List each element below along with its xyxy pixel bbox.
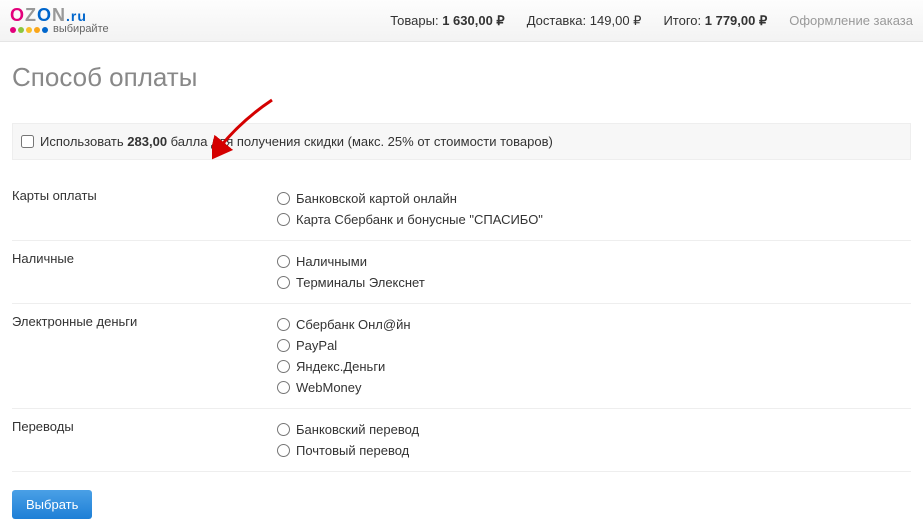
total-label: Итого:: [663, 13, 701, 28]
payment-option[interactable]: Яндекс.Деньги: [277, 356, 911, 377]
payment-group: Переводы Банковский перевод Почтовый перев…: [12, 409, 911, 472]
payment-options: Банковский перевод Почтовый перевод: [277, 419, 911, 461]
payment-group-label: Наличные: [12, 251, 277, 293]
payment-option[interactable]: Почтовый перевод: [277, 440, 911, 461]
payment-group-label: Карты оплаты: [12, 188, 277, 230]
order-summary: Товары: 1 630,00 Доставка: 149,00 Итого:…: [129, 13, 913, 29]
payment-options: Банковской картой онлайн Карта Сбербанк и…: [277, 188, 911, 230]
payment-option[interactable]: Банковский перевод: [277, 419, 911, 440]
payment-option[interactable]: Наличными: [277, 251, 911, 272]
dot-icon: [34, 27, 40, 33]
dot-icon: [42, 27, 48, 33]
total-block: Итого: 1 779,00: [663, 13, 767, 29]
payment-option[interactable]: WebMoney: [277, 377, 911, 398]
dot-icon: [18, 27, 24, 33]
payment-option[interactable]: Сбербанк Онл@йн: [277, 314, 911, 335]
payment-option-radio[interactable]: [277, 444, 290, 457]
checkout-step-label: Оформление заказа: [789, 13, 913, 28]
use-bonus-row: Использовать 283,00 балла для получения …: [12, 123, 911, 160]
total-value: 1 779,00: [705, 13, 768, 28]
payment-options: Сбербанк Онл@йн PayPal Яндекс.Деньги WebMon…: [277, 314, 911, 398]
payment-option-radio[interactable]: [277, 213, 290, 226]
payment-option-label: Терминалы Элекснет: [296, 275, 425, 290]
payment-group-label: Электронные деньги: [12, 314, 277, 398]
payment-group-label: Переводы: [12, 419, 277, 461]
payment-group: Карты оплаты Банковской картой онлайн Карт…: [12, 178, 911, 241]
use-bonus-label: Использовать 283,00 балла для получения …: [40, 134, 553, 149]
delivery-block: Доставка: 149,00: [527, 13, 642, 29]
payment-option-radio[interactable]: [277, 192, 290, 205]
payment-option-label: Сбербанк Онл@йн: [296, 317, 411, 332]
dot-icon: [26, 27, 32, 33]
payment-option[interactable]: Банковской картой онлайн: [277, 188, 911, 209]
payment-option-radio[interactable]: [277, 339, 290, 352]
goods-label: Товары:: [390, 13, 438, 28]
dot-icon: [10, 27, 16, 33]
submit-button[interactable]: Выбрать: [12, 490, 92, 519]
logo-wordmark: OZON.ru: [10, 6, 109, 24]
goods-block: Товары: 1 630,00: [390, 13, 504, 29]
payment-option-radio[interactable]: [277, 318, 290, 331]
use-bonus-checkbox[interactable]: [21, 135, 34, 148]
logo[interactable]: OZON.ru выбирайте: [10, 6, 109, 35]
payment-option-radio[interactable]: [277, 360, 290, 373]
payment-option-radio[interactable]: [277, 255, 290, 268]
payment-option-label: Карта Сбербанк и бонусные "СПАСИБО": [296, 212, 543, 227]
payment-option-label: Банковской картой онлайн: [296, 191, 457, 206]
payment-option[interactable]: PayPal: [277, 335, 911, 356]
payment-option-label: Наличными: [296, 254, 367, 269]
payment-option[interactable]: Терминалы Элекснет: [277, 272, 911, 293]
payment-group: Электронные деньги Сбербанк Онл@йн PayPal Я…: [12, 304, 911, 409]
payment-group: Наличные Наличными Терминалы Элекснет: [12, 241, 911, 304]
payment-option-label: Почтовый перевод: [296, 443, 409, 458]
logo-tagline: выбирайте: [10, 24, 109, 35]
payment-option-radio[interactable]: [277, 381, 290, 394]
delivery-label: Доставка:: [527, 13, 586, 28]
payment-option-label: PayPal: [296, 338, 337, 353]
delivery-value: 149,00: [590, 13, 642, 28]
page-title: Способ оплаты: [12, 62, 911, 93]
goods-value: 1 630,00: [442, 13, 505, 28]
payment-option-label: WebMoney: [296, 380, 362, 395]
payment-option-label: Яндекс.Деньги: [296, 359, 385, 374]
payment-option-label: Банковский перевод: [296, 422, 419, 437]
payment-option-radio[interactable]: [277, 276, 290, 289]
payment-option-radio[interactable]: [277, 423, 290, 436]
payment-option[interactable]: Карта Сбербанк и бонусные "СПАСИБО": [277, 209, 911, 230]
payment-options: Наличными Терминалы Элекснет: [277, 251, 911, 293]
header-bar: OZON.ru выбирайте Товары: 1 630,00 Доста…: [0, 0, 923, 42]
